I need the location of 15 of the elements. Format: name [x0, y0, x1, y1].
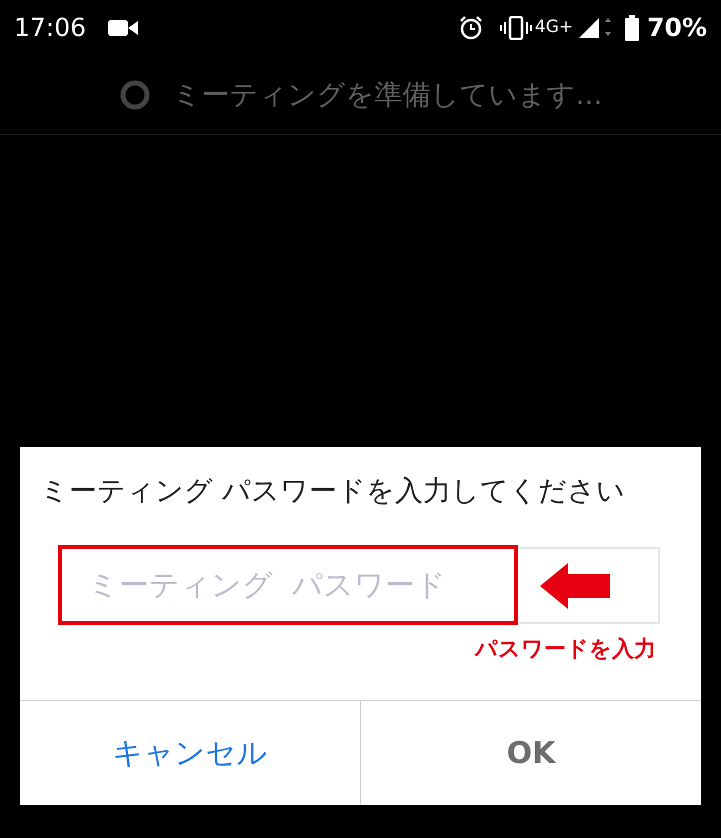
alarm-clock-icon	[458, 14, 484, 40]
clock-time: 17:06	[14, 12, 86, 44]
battery-percentage: 70%	[647, 12, 707, 44]
video-camera-icon	[108, 18, 138, 36]
signal-icon	[577, 16, 612, 40]
dialog-title: ミーティング パスワードを入力してください	[40, 473, 626, 509]
loading-spinner-icon	[118, 78, 151, 110]
network-type: 4G+	[534, 16, 574, 39]
annotation-label: パスワードを入力	[475, 636, 656, 664]
left-arrow-icon	[540, 563, 610, 609]
loading-message: ミーティングを準備しています...	[172, 76, 602, 112]
cancel-button[interactable]: キャンセル	[20, 701, 360, 805]
vibrate-icon	[500, 16, 532, 40]
ok-button[interactable]: OK	[360, 701, 701, 805]
battery-icon	[625, 14, 640, 40]
